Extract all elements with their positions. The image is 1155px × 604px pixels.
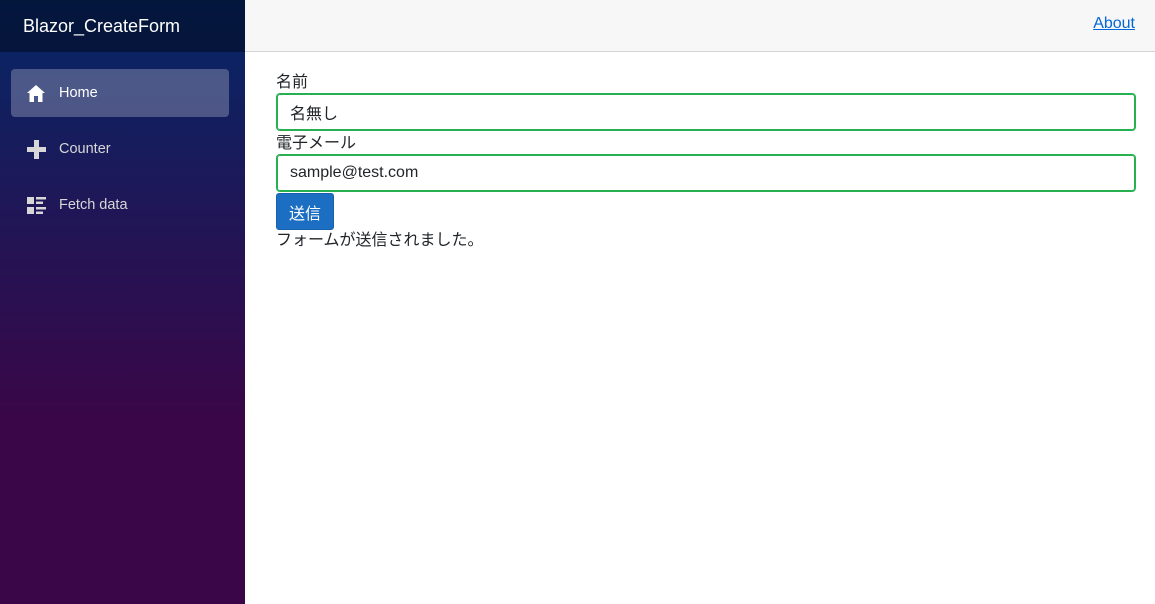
about-link[interactable]: About xyxy=(1093,15,1135,33)
name-label: 名前 xyxy=(276,74,309,91)
status-message: フォームが送信されました。 xyxy=(276,232,484,249)
main-content: 名前 電子メール 送信 フォームが送信されました。 xyxy=(276,73,1136,252)
sidebar-item-label: Fetch data xyxy=(59,197,128,213)
sidebar-item-label: Home xyxy=(59,85,98,101)
name-input[interactable] xyxy=(276,93,1136,131)
sidebar-item-home[interactable]: Home xyxy=(11,69,229,117)
app-root: Blazor_CreateForm Home Counter Fetch dat… xyxy=(0,0,1155,604)
email-label: 電子メール xyxy=(276,135,357,152)
sidebar: Blazor_CreateForm Home Counter Fetch dat… xyxy=(0,0,245,604)
nav-menu: Home Counter Fetch data xyxy=(0,52,245,229)
submit-button[interactable]: 送信 xyxy=(276,193,335,230)
email-input[interactable] xyxy=(276,154,1136,192)
brand-bar: Blazor_CreateForm xyxy=(0,0,245,52)
app-brand[interactable]: Blazor_CreateForm xyxy=(23,16,180,37)
list-rich-icon xyxy=(26,195,46,215)
sidebar-item-label: Counter xyxy=(59,141,111,157)
sidebar-item-fetch-data[interactable]: Fetch data xyxy=(11,181,229,229)
home-icon xyxy=(26,83,46,103)
top-row: About xyxy=(245,0,1155,52)
sidebar-item-counter[interactable]: Counter xyxy=(11,125,229,173)
plus-icon xyxy=(26,139,46,159)
